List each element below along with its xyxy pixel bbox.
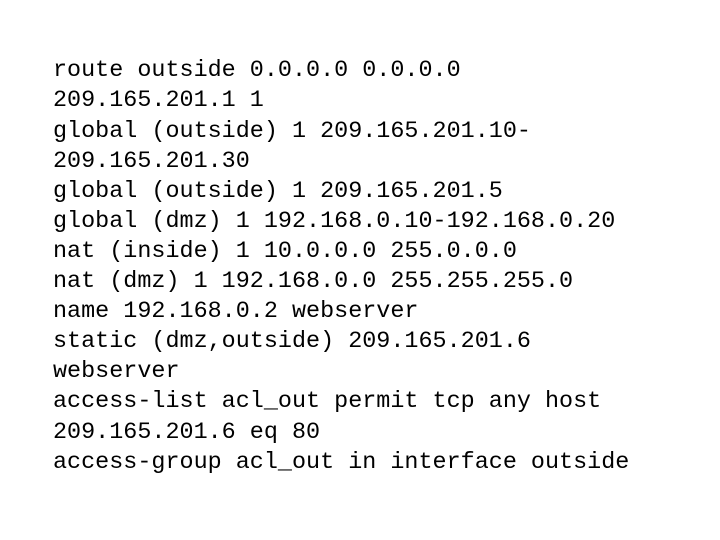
config-line: access-list acl_out permit tcp any host xyxy=(53,389,602,416)
configuration-text-block: route outside 0.0.0.0 0.0.0.0 209.165.201… xyxy=(53,56,693,477)
config-line: 209.165.201.1 1 xyxy=(53,88,264,115)
config-line: global (outside) 1 209.165.201.5 xyxy=(53,178,503,205)
config-line: global (dmz) 1 192.168.0.10-192.168.0.20 xyxy=(53,208,616,235)
config-line: access-group acl_out in interface outsid… xyxy=(53,449,630,476)
config-line: 209.165.201.30 xyxy=(53,148,250,175)
config-line: webserver xyxy=(53,359,180,386)
config-line: 209.165.201.6 eq 80 xyxy=(53,419,321,446)
slide-canvas: route outside 0.0.0.0 0.0.0.0 209.165.201… xyxy=(0,0,720,540)
config-line: name 192.168.0.2 webserver xyxy=(53,299,419,326)
config-line: nat (inside) 1 10.0.0.0 255.0.0.0 xyxy=(53,238,517,265)
config-line: route outside 0.0.0.0 0.0.0.0 xyxy=(53,58,461,85)
config-line: static (dmz,outside) 209.165.201.6 xyxy=(53,329,531,356)
config-line: global (outside) 1 209.165.201.10- xyxy=(53,118,531,145)
config-line: nat (dmz) 1 192.168.0.0 255.255.255.0 xyxy=(53,269,574,296)
